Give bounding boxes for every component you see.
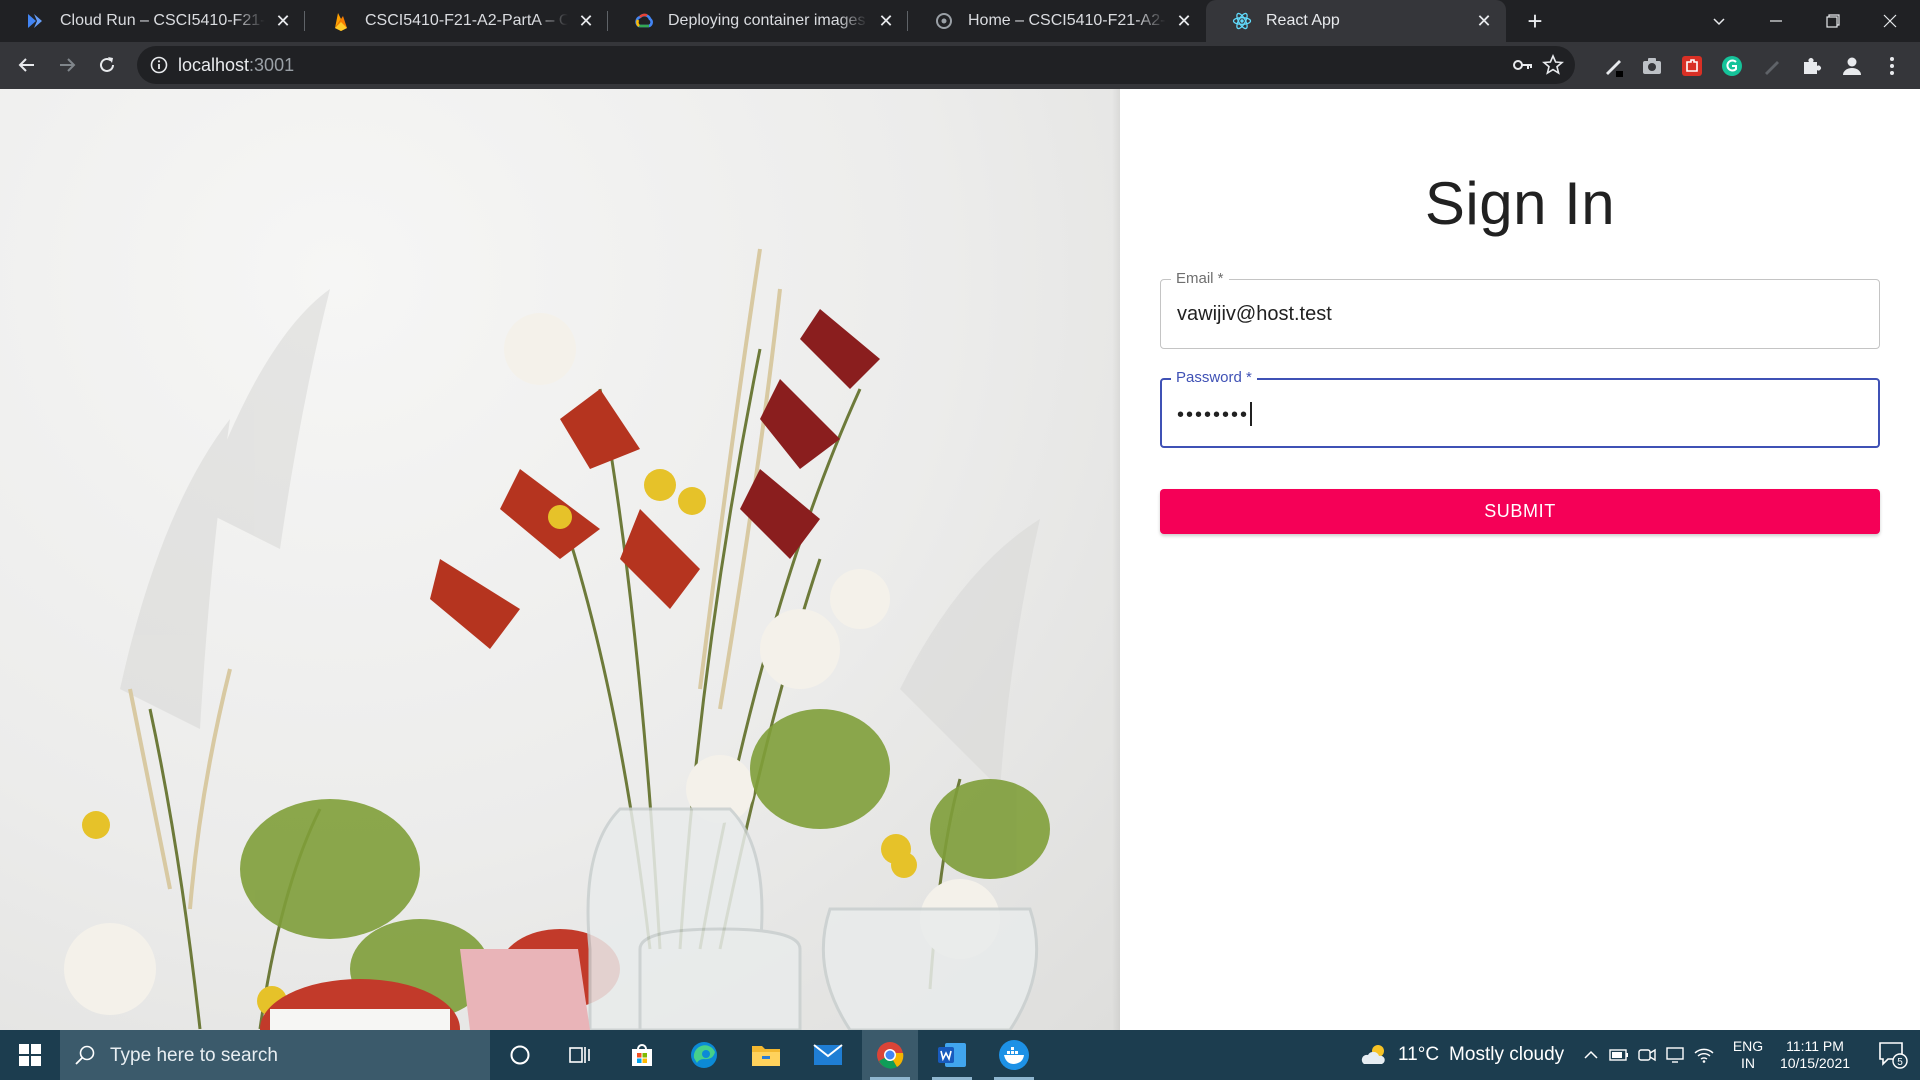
close-icon[interactable]: ✕ — [1474, 11, 1494, 31]
submit-button[interactable]: SUBMIT — [1160, 489, 1880, 534]
password-input[interactable]: •••••••• — [1177, 402, 1252, 427]
tab-title: CSCI5410-F21-A2-PartA – Cloud Firestore — [365, 12, 568, 29]
email-field[interactable]: Email * vawijiv@host.test — [1160, 270, 1880, 349]
language-indicator[interactable]: ENG IN — [1730, 1038, 1766, 1072]
file-explorer-icon[interactable] — [738, 1030, 794, 1080]
language-region: IN — [1741, 1055, 1755, 1071]
tab-title: Cloud Run – CSCI5410-F21-A2-PartA — [60, 12, 265, 29]
weather-temp: 11°C — [1398, 1044, 1440, 1065]
text-caret — [1250, 402, 1252, 426]
windows-start-icon[interactable] — [0, 1030, 60, 1080]
page-content: Sign In Email * vawijiv@host.test Passwo… — [0, 89, 1920, 1030]
edge-browser-icon[interactable] — [676, 1030, 732, 1080]
battery-icon[interactable] — [1606, 1030, 1632, 1080]
more-menu-icon[interactable] — [1880, 54, 1904, 78]
tab-title: React App — [1266, 12, 1340, 29]
weather-widget[interactable]: 11°C Mostly cloudy — [1360, 1030, 1564, 1080]
taskbar-search[interactable]: Type here to search — [60, 1030, 490, 1080]
address-bar[interactable]: localhost:3001 — [137, 46, 1575, 84]
tab-title: Home – CSCI5410-F21-A2-PartA — [968, 12, 1166, 29]
firebase-icon — [331, 11, 351, 31]
url-host: localhost — [178, 55, 250, 75]
bookmark-star-icon[interactable] — [1542, 54, 1564, 76]
weather-condition: Mostly cloudy — [1449, 1044, 1565, 1065]
password-field[interactable]: Password * •••••••• — [1160, 369, 1880, 448]
display-icon[interactable] — [1662, 1030, 1688, 1080]
tab-title: Deploying container images | Cloud Run — [668, 12, 868, 29]
tab-cloud-run[interactable]: Cloud Run – CSCI5410-F21-A2-PartA ✕ — [0, 0, 305, 42]
word-icon[interactable] — [924, 1030, 980, 1080]
clock-time: 11:11 PM — [1786, 1038, 1844, 1054]
meet-now-icon[interactable] — [1634, 1030, 1660, 1080]
notification-count: 5 — [1897, 1057, 1903, 1068]
profile-avatar-icon[interactable] — [1840, 54, 1864, 78]
close-icon[interactable]: ✕ — [273, 11, 293, 31]
google-cloud-icon — [634, 11, 654, 31]
key-icon[interactable] — [1512, 54, 1534, 76]
mail-icon[interactable] — [800, 1030, 856, 1080]
tab-home[interactable]: Home – CSCI5410-F21-A2-PartA ✕ — [908, 0, 1206, 42]
cloud-run-icon — [26, 11, 46, 31]
signin-panel: Sign In Email * vawijiv@host.test Passwo… — [1120, 89, 1920, 1030]
wifi-icon[interactable] — [1690, 1030, 1718, 1080]
browser-toolbar: localhost:3001 — [0, 42, 1920, 89]
pen-extension-icon[interactable] — [1602, 54, 1626, 78]
tab-firestore[interactable]: CSCI5410-F21-A2-PartA – Cloud Firestore … — [305, 0, 608, 42]
notification-center-icon[interactable]: 5 — [1866, 1030, 1920, 1080]
url-port: :3001 — [249, 55, 295, 75]
close-icon[interactable]: ✕ — [1174, 11, 1194, 31]
microsoft-store-icon[interactable] — [614, 1030, 670, 1080]
tab-search-chevron-icon[interactable] — [1691, 0, 1747, 42]
flower-bouquet-illustration — [64, 248, 1050, 1030]
task-view-icon[interactable] — [552, 1030, 608, 1080]
extensions-puzzle-icon[interactable] — [1800, 54, 1824, 78]
grammarly-icon[interactable] — [1720, 54, 1744, 78]
docker-icon[interactable] — [986, 1030, 1042, 1080]
disabled-pen-extension-icon[interactable] — [1760, 54, 1784, 78]
close-icon[interactable]: ✕ — [576, 11, 596, 31]
windows-taskbar: Type here to search 11°C Mostly cloudy E… — [0, 1030, 1920, 1080]
search-icon — [74, 1044, 96, 1066]
page-title: Sign In — [1424, 170, 1616, 237]
info-icon[interactable] — [149, 55, 169, 75]
search-placeholder: Type here to search — [110, 1045, 278, 1066]
tab-deploying-container-images[interactable]: Deploying container images | Cloud Run ✕ — [608, 0, 908, 42]
react-icon — [1232, 11, 1252, 31]
password-mask: •••••••• — [1177, 404, 1250, 426]
clock-date: 10/15/2021 — [1779, 1055, 1851, 1071]
cloud-sun-icon — [1360, 1042, 1390, 1068]
globe-icon — [934, 11, 954, 31]
forward-arrow-icon[interactable] — [50, 48, 84, 82]
language-code: ENG — [1732, 1038, 1764, 1054]
camera-extension-icon[interactable] — [1640, 54, 1664, 78]
chrome-icon[interactable] — [862, 1030, 918, 1080]
password-label: Password * — [1171, 369, 1257, 387]
show-hidden-icons-chevron-icon[interactable] — [1578, 1030, 1604, 1080]
back-arrow-icon[interactable] — [10, 48, 44, 82]
close-icon[interactable]: ✕ — [876, 11, 896, 31]
system-clock[interactable]: 11:11 PM 10/15/2021 — [1770, 1038, 1860, 1072]
puzzle-red-extension-icon[interactable] — [1680, 54, 1704, 78]
tab-strip: Cloud Run – CSCI5410-F21-A2-PartA ✕ CSCI… — [0, 0, 1920, 42]
reload-icon[interactable] — [90, 48, 124, 82]
minimize-icon[interactable] — [1748, 0, 1804, 42]
close-window-icon[interactable] — [1862, 0, 1918, 42]
restore-icon[interactable] — [1805, 0, 1861, 42]
url-text: localhost:3001 — [178, 55, 294, 76]
cortana-icon[interactable] — [492, 1030, 548, 1080]
hero-flower-image — [0, 89, 1120, 1030]
email-input[interactable]: vawijiv@host.test — [1177, 303, 1332, 326]
new-tab-button[interactable]: + — [1519, 5, 1551, 37]
email-label: Email * — [1171, 270, 1229, 288]
tab-react-app[interactable]: React App ✕ — [1206, 0, 1506, 42]
